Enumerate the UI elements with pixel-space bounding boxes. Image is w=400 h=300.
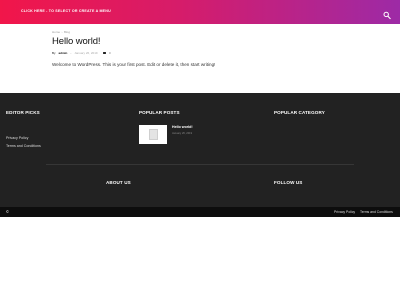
comment-count[interactable]: 0 (109, 51, 111, 55)
popular-post-title[interactable]: Hello world! (172, 125, 193, 129)
comment-icon[interactable] (102, 51, 106, 55)
post-title: Hello world! (52, 36, 101, 47)
footer-link-privacy-policy[interactable]: Privacy Policy (6, 136, 28, 140)
popular-category-title: POPULAR CATEGORY (274, 110, 325, 115)
meta-by-label: By (52, 51, 56, 55)
subfooter-link-terms[interactable]: Terms and Conditions (360, 210, 393, 214)
search-button[interactable] (383, 7, 391, 20)
post-meta: By admin - January 26, 2019 0 (52, 51, 111, 55)
post-content: Welcome to WordPress. This is your first… (52, 62, 216, 67)
breadcrumb-home[interactable]: Home (52, 30, 60, 34)
breadcrumb: Home › Blog (52, 30, 70, 34)
create-menu-link[interactable]: CLICK HERE - TO SELECT OR CREATE A MENU (21, 9, 111, 14)
breadcrumb-blog[interactable]: Blog (64, 30, 70, 34)
footer-link-terms[interactable]: Terms and Conditions (6, 144, 41, 148)
post-date: January 26, 2019 (74, 51, 98, 55)
footer (0, 93, 400, 207)
meta-separator: - (70, 51, 72, 55)
image-placeholder-icon (148, 129, 158, 140)
footer-divider (46, 164, 354, 165)
subfooter-link-privacy-policy[interactable]: Privacy Policy (334, 210, 355, 214)
follow-us-title: FOLLOW US (274, 180, 303, 185)
popular-post-thumbnail[interactable] (139, 125, 167, 144)
search-icon (383, 11, 391, 20)
editor-picks-title: EDITOR PICKS (6, 110, 40, 115)
author-link[interactable]: admin (59, 51, 68, 55)
popular-posts-title: POPULAR POSTS (139, 110, 180, 115)
about-us-title: ABOUT US (106, 180, 131, 185)
copyright-text: © (6, 209, 9, 214)
popular-post-date: January 26, 2019 (172, 132, 193, 135)
